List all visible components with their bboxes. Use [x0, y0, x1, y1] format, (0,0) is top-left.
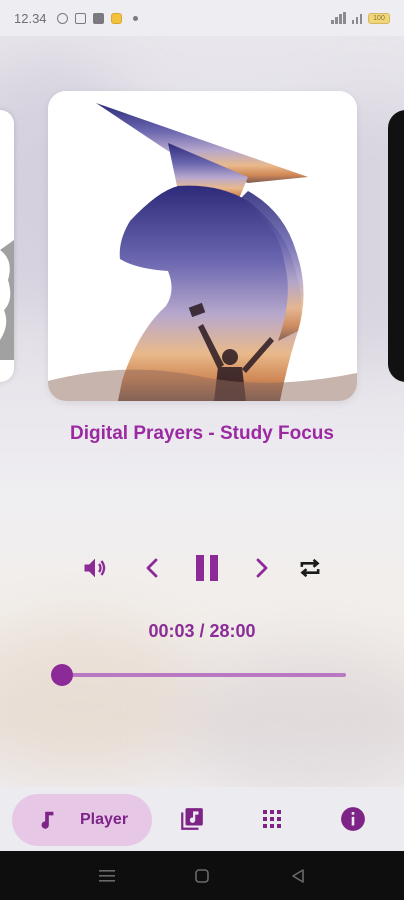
- nav-player-label: Player: [80, 811, 129, 828]
- cell-signal-icon: [351, 12, 362, 24]
- recent-apps-button[interactable]: [96, 865, 118, 887]
- grid-apps-icon: [263, 810, 281, 828]
- back-button[interactable]: [287, 865, 309, 887]
- repeat-button[interactable]: [290, 548, 330, 588]
- repeat-icon: [300, 558, 320, 578]
- music-note-icon: [41, 811, 54, 829]
- nav-info-tab[interactable]: [338, 804, 368, 834]
- volume-button[interactable]: [75, 548, 115, 588]
- menu-lines-icon: [99, 870, 115, 882]
- playback-controls: [0, 548, 404, 588]
- status-bar: 12.34 100: [0, 0, 404, 36]
- seek-slider[interactable]: [50, 663, 346, 687]
- slider-thumb[interactable]: [50, 664, 73, 686]
- app-badge-icon: [110, 12, 122, 24]
- lock-icon: [92, 12, 104, 24]
- graduate-silhouette-art: [48, 91, 357, 401]
- pause-icon: [196, 555, 218, 581]
- system-navigation-bar: [0, 851, 404, 900]
- status-time: 12.34: [14, 10, 47, 26]
- background-blur: [0, 620, 200, 780]
- previous-button[interactable]: [133, 548, 173, 588]
- triangle-back-icon: [292, 869, 304, 883]
- chevron-right-icon: [256, 558, 268, 578]
- track-title: Digital Prayers - Study Focus: [70, 423, 334, 444]
- music-player-screen: 12.34 100 Digital Prayers - Study Focus …: [0, 0, 404, 900]
- pause-button[interactable]: [187, 548, 227, 588]
- playlist-icon: [181, 808, 203, 830]
- notification-icon: [56, 12, 68, 24]
- battery-icon: 100: [368, 12, 390, 24]
- nav-playlist-tab[interactable]: [177, 804, 207, 834]
- nav-player-tab[interactable]: Player: [12, 794, 152, 846]
- slider-track: [60, 673, 346, 677]
- previous-cover-art: [0, 110, 14, 382]
- volume-icon: [84, 558, 106, 578]
- previous-track-cover[interactable]: [0, 110, 14, 382]
- playback-time: 00:03 / 28:00: [148, 621, 256, 641]
- instagram-icon: [74, 12, 86, 24]
- next-button[interactable]: [241, 548, 281, 588]
- next-track-cover[interactable]: [388, 110, 404, 382]
- more-notifications-icon: [132, 15, 138, 21]
- nav-apps-tab[interactable]: [257, 804, 287, 834]
- chevron-left-icon: [146, 558, 158, 578]
- home-button[interactable]: [191, 865, 213, 887]
- bottom-navigation: Player: [0, 787, 404, 851]
- album-cover: [48, 91, 357, 401]
- square-home-icon: [195, 869, 209, 883]
- info-icon: [341, 807, 365, 831]
- wifi-signal-icon: [331, 12, 346, 24]
